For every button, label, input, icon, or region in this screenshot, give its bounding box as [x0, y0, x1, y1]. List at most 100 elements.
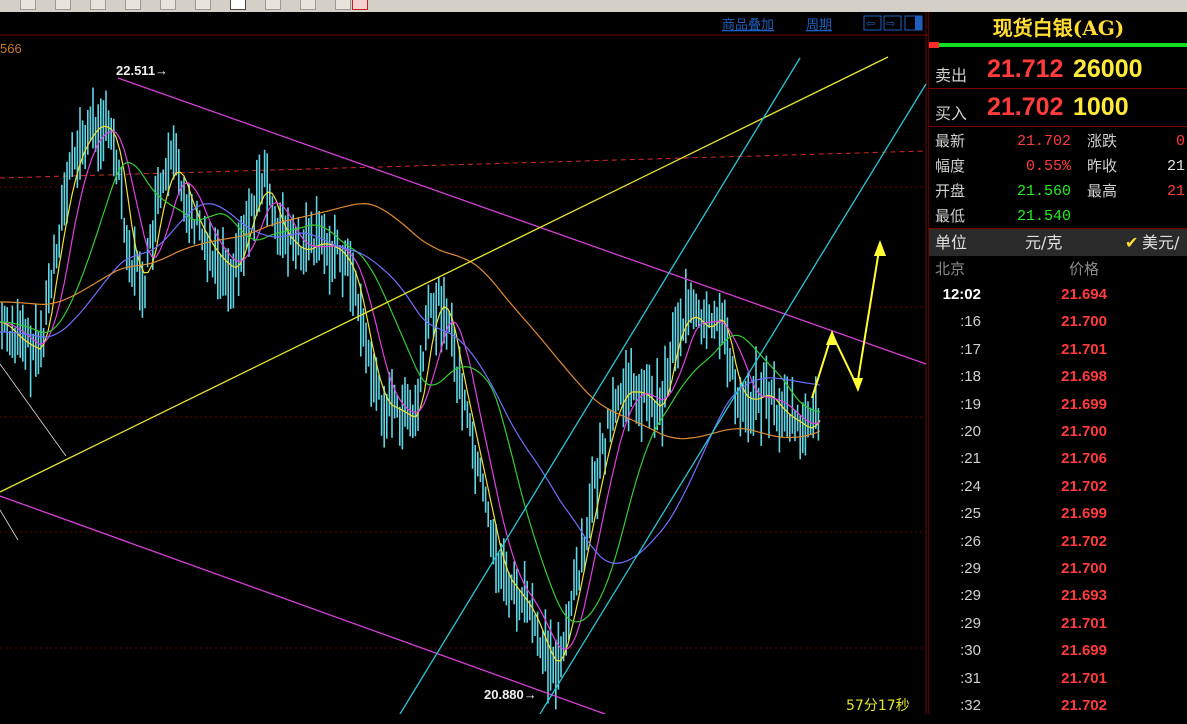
tick-price: 21.700: [1061, 423, 1107, 440]
tick-price: 21.702: [1061, 697, 1107, 714]
tick-price: 21.693: [1061, 587, 1107, 605]
tick-row: :24 21.702: [929, 478, 1187, 505]
checkmark-icon: ✔: [1125, 233, 1139, 252]
info-label: 最低: [935, 207, 966, 225]
ticks-header: 北京 价格: [929, 256, 1187, 283]
kline-chart-svg: 商品叠加 周期 ⇦ ⇨ 566 22.511→ 20.880→ 57分17秒: [0, 12, 928, 714]
sell-price: 21.712: [987, 55, 1064, 83]
info-label: 幅度: [935, 157, 966, 175]
bid-ask-ratio-bar: [929, 42, 1187, 48]
tick-price: 21.701: [1061, 340, 1107, 358]
tick-time: :18: [960, 368, 981, 386]
scroll-right-icon[interactable]: ⇨: [886, 17, 895, 30]
tick-row: :19 21.699: [929, 396, 1187, 423]
toolbar-button[interactable]: [55, 0, 71, 10]
tick-row: :30 21.699: [929, 642, 1187, 669]
tick-row: :20 21.700: [929, 423, 1187, 450]
tick-row: :32 21.702: [929, 697, 1187, 724]
toolbar-button[interactable]: [265, 0, 281, 10]
tick-time: :17: [960, 340, 981, 358]
tick-price: 21.702: [1061, 532, 1107, 550]
tick-time: :19: [960, 395, 981, 413]
tick-price: 21.699: [1061, 505, 1107, 523]
info-value: 21.702: [1016, 133, 1071, 150]
sell-row: 卖出 21.712 26000: [929, 52, 1187, 89]
sell-volume: 26000: [1073, 55, 1143, 83]
tick-row: :18 21.698: [929, 368, 1187, 395]
unit-value[interactable]: 元/克: [1025, 229, 1062, 256]
toolbar-button[interactable]: [335, 0, 351, 10]
info-label: 开盘: [935, 182, 966, 200]
toolbar-button[interactable]: [300, 0, 316, 10]
high-price-label: 22.511→: [116, 63, 168, 78]
toolbar-button[interactable]: [195, 0, 211, 10]
tick-time: 12:02: [942, 286, 981, 303]
info-value: 0: [1175, 133, 1185, 150]
scroll-left-icon[interactable]: ⇦: [866, 17, 875, 30]
tick-price: 21.701: [1061, 669, 1107, 687]
tick-time: :31: [960, 669, 981, 687]
buy-label: 买入: [935, 104, 968, 123]
tick-row: 12:02 21.694: [929, 286, 1187, 313]
tick-row: :29 21.701: [929, 615, 1187, 642]
info-label: 涨跌: [1087, 132, 1118, 150]
toolbar-button[interactable]: [230, 0, 246, 10]
buy-row: 买入 21.702 1000: [929, 90, 1187, 127]
tick-row: :29 21.700: [929, 560, 1187, 587]
instrument-title: 现货白银(AG): [992, 16, 1125, 40]
tick-time: :32: [960, 697, 981, 714]
tick-time: :21: [960, 450, 981, 468]
info-label: 最新: [935, 132, 966, 150]
tick-row: :25 21.699: [929, 505, 1187, 532]
panel-toggle-icon[interactable]: [915, 16, 922, 30]
toolbar-button[interactable]: [90, 0, 106, 10]
info-value: 0.55%: [1025, 158, 1071, 175]
tick-price: 21.699: [1061, 395, 1107, 413]
tick-price: 21.694: [1061, 286, 1107, 303]
tick-time: :20: [960, 423, 981, 440]
tick-row: :31 21.701: [929, 670, 1187, 697]
currency-label[interactable]: 美元/: [1142, 229, 1179, 256]
buy-volume: 1000: [1073, 93, 1129, 121]
sell-label: 卖出: [935, 66, 968, 85]
tick-time: :29: [960, 560, 981, 577]
toolbar-button[interactable]: [20, 0, 36, 10]
info-label: 最高: [1087, 182, 1118, 200]
tick-price: 21.700: [1061, 313, 1107, 331]
info-label: 昨收: [1087, 157, 1118, 175]
info-value: 21.540: [1016, 208, 1071, 225]
tick-row: :17 21.701: [929, 341, 1187, 368]
info-value: 21: [1166, 158, 1185, 175]
tick-price: 21.706: [1061, 450, 1107, 468]
tick-row: :16 21.700: [929, 313, 1187, 340]
tick-time: :25: [960, 505, 981, 523]
unit-row[interactable]: 单位 元/克 ✔ 美元/: [929, 229, 1187, 256]
toolbar-button[interactable]: [125, 0, 141, 10]
tick-time: :16: [960, 313, 981, 331]
tick-price: 21.700: [1061, 560, 1107, 577]
tick-time: :30: [960, 642, 981, 660]
tick-time: :26: [960, 532, 981, 550]
quote-info-grid: 最新 21.702 涨跌 0 幅度 0.55% 昨收 21 开盘 21.560 最高 21 最低 21.5…: [929, 128, 1187, 229]
buy-price: 21.702: [987, 93, 1064, 121]
tick-price: 21.702: [1061, 477, 1107, 495]
ticks-price-header: 价格: [1069, 260, 1100, 278]
left-edge-value: 566: [0, 41, 22, 56]
unit-label: 单位: [935, 233, 968, 252]
tick-price: 21.699: [1061, 642, 1107, 660]
countdown-label: 57分17秒: [846, 698, 910, 714]
tick-time: :24: [960, 477, 981, 495]
commodity-overlay-link[interactable]: 商品叠加: [722, 18, 774, 33]
low-price-label: 20.880→: [484, 687, 537, 702]
kline-chart[interactable]: 商品叠加 周期 ⇦ ⇨ 566 22.511→ 20.880→ 57分17秒: [0, 12, 928, 714]
tick-price: 21.701: [1061, 614, 1107, 632]
toolbar-button[interactable]: [160, 0, 176, 10]
ticks-time-header: 北京: [935, 260, 966, 278]
tick-time: :29: [960, 614, 981, 632]
period-link[interactable]: 周期: [806, 18, 832, 33]
tick-price: 21.698: [1061, 368, 1107, 386]
tick-row: :26 21.702: [929, 533, 1187, 560]
toolbar-button[interactable]: [352, 0, 368, 10]
tick-time: :29: [960, 587, 981, 605]
tick-row: :21 21.706: [929, 450, 1187, 477]
